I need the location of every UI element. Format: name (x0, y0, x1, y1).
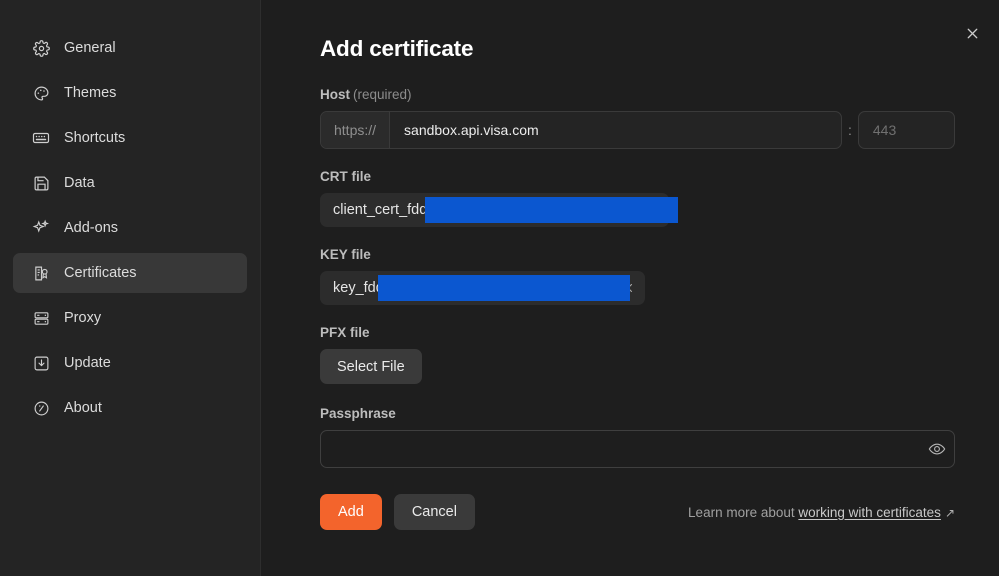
cancel-button[interactable]: Cancel (393, 494, 475, 530)
sidebar-item-update[interactable]: Update (13, 343, 247, 383)
working-with-certificates-link[interactable]: working with certificates (798, 505, 941, 520)
host-label: Host (required) (320, 87, 955, 102)
server-icon (32, 309, 50, 327)
crt-file-chip[interactable]: client_cert_fdd 88.pem (320, 193, 678, 227)
external-link-icon: ↗ (944, 505, 955, 520)
gear-icon (32, 39, 50, 57)
sidebar-item-about[interactable]: About (13, 388, 247, 428)
dialog-footer: Add Cancel Learn more about working with… (320, 494, 955, 530)
port-input[interactable] (858, 112, 954, 148)
host-port-separator: : (848, 122, 852, 138)
add-certificate-dialog: Add certificate Host (required) https:// … (261, 0, 999, 576)
sidebar-item-shortcuts[interactable]: Shortcuts (13, 118, 247, 158)
pfx-file-label: PFX file (320, 325, 370, 340)
keyboard-icon (32, 129, 50, 147)
learn-more-text: Learn more about working with certificat… (688, 505, 955, 520)
sparkle-icon (32, 219, 50, 237)
host-label-text: Host (320, 87, 350, 102)
add-button[interactable]: Add (320, 494, 382, 530)
host-input[interactable] (390, 112, 841, 148)
sidebar-item-label: Add-ons (64, 219, 119, 236)
settings-sidebar: General Themes Shortcuts Data Add-ons Ce… (0, 0, 261, 576)
passphrase-input[interactable] (321, 431, 920, 467)
sidebar-item-certificates[interactable]: Certificates (13, 253, 247, 293)
crt-file-label: CRT file (320, 169, 372, 184)
page-title: Add certificate (320, 36, 474, 61)
certificate-icon (32, 264, 50, 282)
learn-more-prefix: Learn more about (688, 504, 799, 520)
sidebar-item-label: Themes (64, 84, 117, 101)
passphrase-field-group (320, 430, 955, 468)
download-icon (32, 354, 50, 372)
dialog-content: Add certificate Host (required) https:// … (261, 0, 999, 530)
key-remove-icon[interactable] (620, 280, 636, 296)
sidebar-item-label: About (64, 399, 102, 416)
host-field-group: https:// (320, 111, 842, 149)
sidebar-item-data[interactable]: Data (13, 163, 247, 203)
host-required-note: (required) (353, 87, 412, 102)
sidebar-item-label: Certificates (64, 264, 137, 281)
scheme-prefix: https:// (321, 112, 391, 148)
sidebar-item-label: Update (64, 354, 111, 371)
crt-file-name: client_cert_fdd 88.pem (333, 202, 633, 218)
passphrase-label: Passphrase (320, 406, 396, 421)
close-icon[interactable] (959, 20, 985, 46)
key-file-label: KEY file (320, 247, 371, 262)
crt-remove-icon[interactable] (644, 202, 660, 218)
select-file-button[interactable]: Select File (320, 349, 422, 384)
sidebar-item-label: Proxy (64, 309, 102, 326)
eye-icon[interactable] (920, 431, 954, 467)
info-circle-icon (32, 399, 50, 417)
sidebar-item-themes[interactable]: Themes (13, 73, 247, 113)
save-disk-icon (32, 174, 50, 192)
key-file-name: key_fdd 788.pem (333, 280, 610, 296)
sidebar-item-label: General (64, 39, 116, 56)
sidebar-item-label: Shortcuts (64, 129, 126, 146)
host-row: https:// : (320, 111, 955, 149)
sidebar-item-general[interactable]: General (13, 28, 247, 68)
sidebar-item-proxy[interactable]: Proxy (13, 298, 247, 338)
sidebar-item-label: Data (64, 174, 95, 191)
sidebar-item-add-ons[interactable]: Add-ons (13, 208, 247, 248)
port-field-group (857, 111, 955, 149)
palette-icon (32, 84, 50, 102)
settings-window: General Themes Shortcuts Data Add-ons Ce… (0, 0, 999, 576)
key-file-chip[interactable]: key_fdd 788.pem (320, 271, 646, 305)
